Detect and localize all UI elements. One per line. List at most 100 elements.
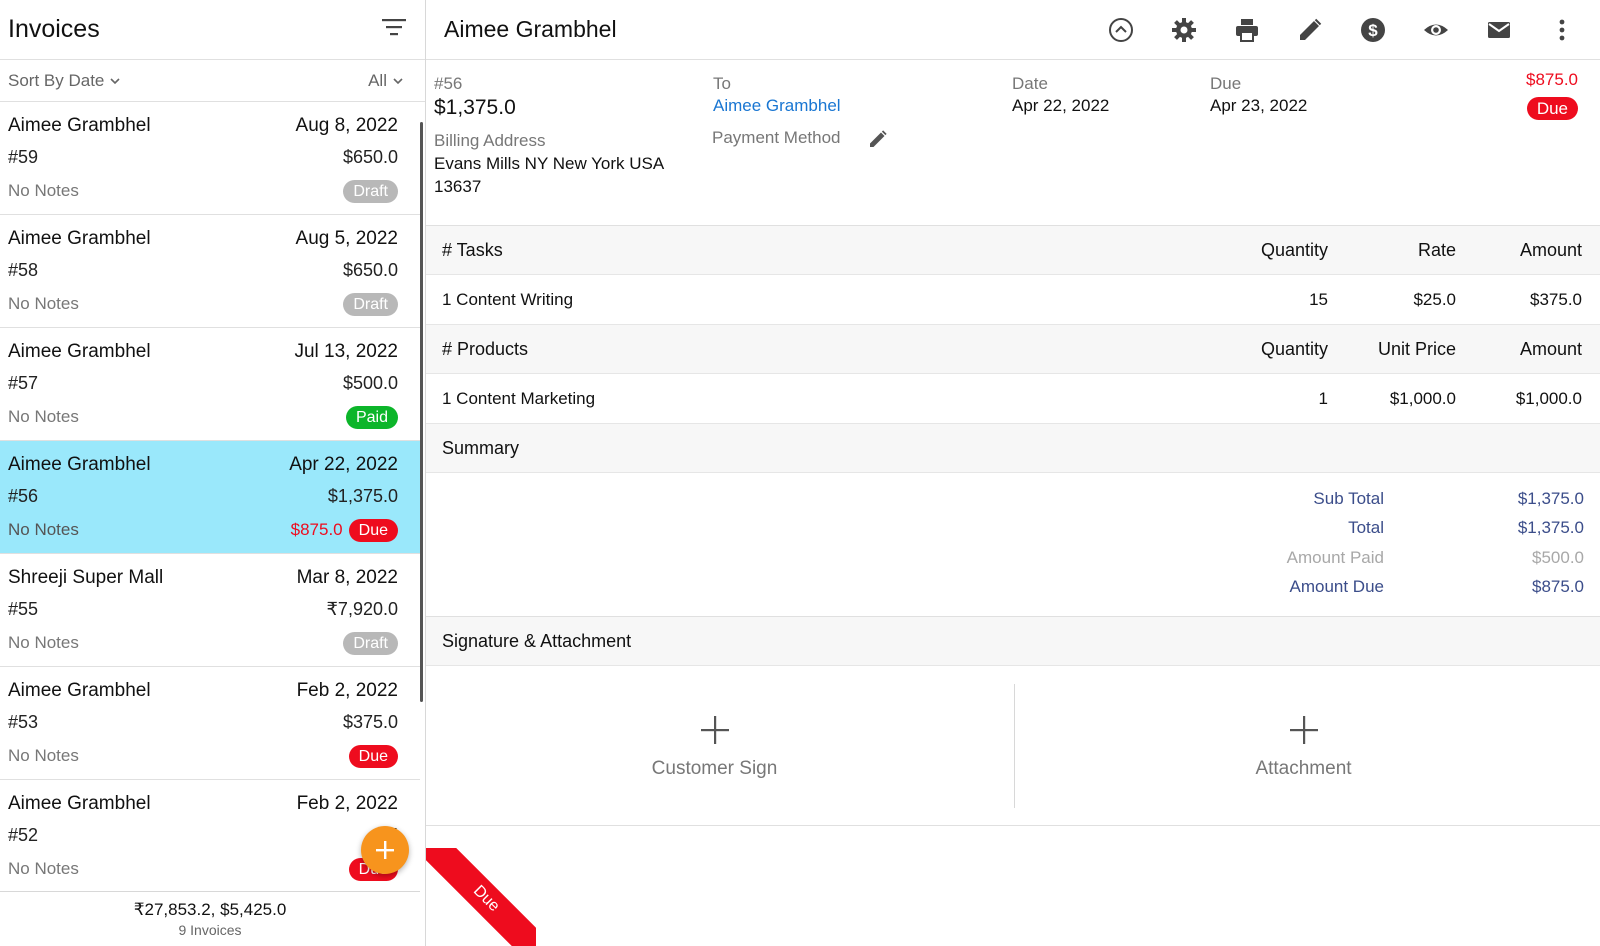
invoice-notes: No Notes	[8, 746, 79, 765]
due-date-value: Apr 23, 2022	[1210, 96, 1308, 115]
status-badge: Paid	[345, 405, 398, 429]
invoice-list-item[interactable]: Aimee Grambhel Feb 2, 2022 #53 $375.0 No Not…	[0, 667, 420, 780]
status-badge: Draft	[343, 631, 398, 655]
list-title: Invoices	[8, 15, 100, 43]
invoice-list-item[interactable]: Shreeji Super Mall Mar 8, 2022 #55 ₹7,920.0…	[0, 554, 420, 667]
status-badge: Draft	[343, 292, 398, 316]
edit-button[interactable]	[1290, 10, 1330, 50]
invoice-list-item[interactable]: Aimee Grambhel Aug 8, 2022 #59 $650.0 No Not…	[0, 102, 420, 215]
detail-toolbar: $	[1078, 10, 1600, 50]
product-row[interactable]: 1 Content Marketing 1 $1,000.0 $1,000.0	[426, 374, 1600, 424]
pencil-icon	[1300, 18, 1322, 40]
detail-header: Aimee Grambhel $	[426, 0, 1600, 60]
amount-due-label: Amount Due	[1289, 577, 1385, 596]
signature-attachment-body: Customer Sign Attachment	[426, 666, 1600, 826]
product-unit-price: $1,000.0	[1389, 388, 1456, 408]
filter-icon[interactable]	[381, 17, 407, 42]
preview-button[interactable]	[1416, 10, 1456, 50]
to-label: To	[713, 74, 731, 93]
due-amount: $875.0	[1526, 70, 1578, 89]
invoice-amount: ₹7,920.0	[326, 598, 398, 619]
invoice-notes: No Notes	[8, 520, 79, 539]
invoice-list-item[interactable]: Aimee Grambhel Jul 13, 2022 #57 $500.0 No No…	[0, 328, 420, 441]
gear-icon	[1172, 17, 1196, 42]
invoice-list: Aimee Grambhel Aug 8, 2022 #59 $650.0 No Not…	[0, 102, 420, 891]
add-invoice-button[interactable]	[361, 826, 409, 874]
plus-icon	[700, 716, 729, 744]
signature-title: Signature & Attachment	[442, 630, 632, 651]
total-value: $1,375.0	[1517, 518, 1584, 537]
invoice-client-name: Aimee Grambhel	[8, 115, 151, 136]
eye-icon	[1424, 24, 1448, 35]
products-header-unit-price: Unit Price	[1377, 338, 1456, 359]
subtotal-row: Sub Total $1,375.0	[1184, 489, 1584, 509]
product-qty: 1	[1318, 388, 1328, 408]
invoice-due-amount: $875.0	[290, 520, 343, 539]
collapse-up-icon	[1109, 17, 1133, 42]
print-icon	[1236, 18, 1258, 42]
client-link[interactable]: Aimee Grambhel	[713, 96, 841, 116]
status-badge: Draft	[343, 179, 398, 203]
dollar-icon: $	[1361, 17, 1385, 42]
summary-title: Summary	[442, 437, 520, 458]
invoice-date: Feb 2, 2022	[296, 793, 398, 814]
invoice-date: Mar 8, 2022	[296, 567, 398, 588]
product-amount: $1,000.0	[1515, 388, 1582, 408]
invoice-total: $1,375.0	[434, 96, 516, 119]
invoice-client-name: Aimee Grambhel	[8, 341, 151, 362]
invoice-amount: $375.0	[342, 711, 398, 732]
customer-sign-button[interactable]: Customer Sign	[426, 666, 1003, 826]
amount-paid-value: $500.0	[1532, 548, 1584, 567]
list-scrollbar[interactable]	[420, 122, 423, 702]
plus-icon	[376, 841, 394, 859]
invoice-date: Jul 13, 2022	[294, 341, 398, 362]
tasks-header: # Tasks Quantity Rate Amount	[426, 226, 1600, 275]
add-attachment-button[interactable]: Attachment	[1015, 666, 1592, 826]
svg-text:$: $	[1368, 21, 1378, 40]
list-footer: ₹27,853.2, $5,425.0 9 Invoices	[0, 891, 420, 946]
sort-dropdown[interactable]: Sort By Date	[8, 71, 120, 91]
task-amount: $375.0	[1530, 289, 1582, 309]
invoice-date: Feb 2, 2022	[296, 680, 398, 701]
payment-button[interactable]: $	[1353, 10, 1393, 50]
date-value: Apr 22, 2022	[1012, 96, 1110, 115]
invoice-number: #57	[8, 372, 39, 393]
products-header-qty: Quantity	[1260, 338, 1328, 359]
task-row[interactable]: 1 Content Writing 15 $25.0 $375.0	[426, 275, 1600, 325]
attachment-label: Attachment	[1255, 758, 1352, 779]
invoice-number: #56	[434, 74, 463, 93]
invoice-date: Apr 22, 2022	[289, 454, 398, 475]
signature-header: Signature & Attachment	[426, 617, 1600, 666]
invoice-client-name: Shreeji Super Mall	[8, 567, 164, 588]
status-badge: Due	[348, 744, 398, 768]
invoice-list-item[interactable]: Aimee Grambhel Apr 22, 2022 #56 $1,375.0 No …	[0, 441, 420, 554]
settings-button[interactable]	[1164, 10, 1204, 50]
summary-body: Sub Total $1,375.0 Total $1,375.0 Amount…	[426, 473, 1600, 617]
invoice-notes: No Notes	[8, 633, 79, 652]
detail-title: Aimee Grambhel	[444, 16, 617, 42]
billing-address-line1: Evans Mills NY New York USA	[434, 154, 665, 173]
email-button[interactable]	[1479, 10, 1519, 50]
invoice-list-pane: Invoices Sort By Date All Aimee Grambhel…	[0, 0, 426, 946]
invoice-list-item[interactable]: Aimee GrambhelFeb 2, 2022#52$5No NotesDu…	[0, 780, 420, 891]
invoice-amount: $500.0	[342, 372, 398, 393]
invoice-number: #59	[8, 146, 39, 167]
invoice-notes: No Notes	[8, 181, 79, 200]
invoice-number: #52	[8, 824, 39, 845]
task-rate: $25.0	[1413, 289, 1456, 309]
print-button[interactable]	[1227, 10, 1267, 50]
invoice-amount: $1,375.0	[327, 485, 398, 506]
billing-address-label: Billing Address	[434, 131, 546, 150]
invoice-list-item[interactable]: Aimee Grambhel Aug 5, 2022 #58 $650.0 No Not…	[0, 215, 420, 328]
status-filter-dropdown[interactable]: All	[368, 71, 403, 91]
total-label: Total	[1348, 518, 1384, 537]
edit-payment-method-button[interactable]	[867, 128, 889, 155]
payment-method-label: Payment Method	[712, 128, 841, 147]
billing-address-line2: 13637	[434, 177, 482, 196]
more-options-button[interactable]	[1542, 10, 1582, 50]
mail-icon	[1488, 21, 1510, 38]
collapse-button[interactable]	[1101, 10, 1141, 50]
invoice-amount: $650.0	[342, 259, 398, 280]
invoice-date: Aug 5, 2022	[295, 228, 398, 249]
products-header-amount: Amount	[1519, 338, 1582, 359]
